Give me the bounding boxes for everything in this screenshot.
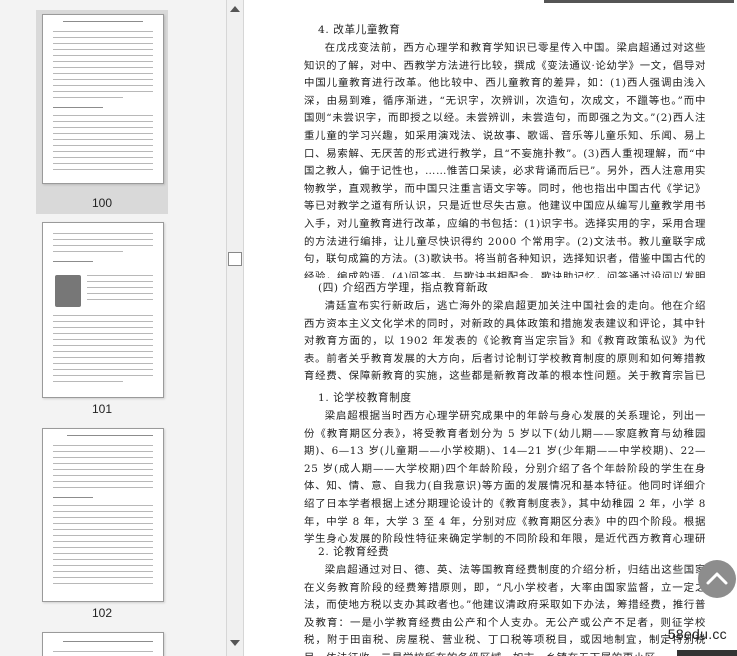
paragraph-education-funding: 梁启超通过对日、德、英、法等国教育经费制度的介绍分析，归结出这些国家在义务教育阶… xyxy=(304,564,706,656)
page-thumbnail-100[interactable]: 100 xyxy=(36,10,168,214)
chevron-up-icon xyxy=(706,572,728,585)
subsection-heading: 2. 论教育经费 xyxy=(318,546,390,558)
scroll-to-top-button[interactable] xyxy=(698,560,736,598)
page-number-label: 100 xyxy=(91,196,113,210)
page-number-label: 101 xyxy=(91,402,113,416)
page-thumbnail-103[interactable] xyxy=(36,628,168,656)
page-thumbnail-101[interactable]: 101 xyxy=(36,218,168,418)
sidebar-scrollbar[interactable] xyxy=(226,0,244,656)
thumbnail-page-image xyxy=(42,632,164,656)
page-number-label: 102 xyxy=(91,606,113,620)
scrollbar-thumb[interactable] xyxy=(228,252,242,266)
site-watermark: 58edu.cc xyxy=(667,626,727,642)
thumbnail-page-image xyxy=(42,14,164,184)
paragraph-school-system: 梁启超根据当时西方心理学研究成果中的年龄与身心发展的关系理论，列出一份《教育期区… xyxy=(304,410,706,546)
thumbnail-sidebar: 100 101 102 xyxy=(0,0,226,656)
page-header-strip xyxy=(544,0,734,3)
section-heading: 4. 改革儿童教育 xyxy=(318,24,401,36)
paragraph-children-education: 在戊戌变法前，西方心理学和教育学知识已零星传入中国。梁启超通过对这些知识的了解，… xyxy=(304,42,706,278)
page-footer-strip xyxy=(677,650,737,656)
scroll-up-arrow-icon[interactable] xyxy=(230,6,240,12)
document-page: 4. 改革儿童教育 在戊戌变法前，西方心理学和教育学知识已零星传入中国。梁启超通… xyxy=(244,0,737,656)
thumbnail-page-image xyxy=(42,222,164,398)
thumbnail-page-image xyxy=(42,428,164,602)
page-thumbnail-102[interactable]: 102 xyxy=(36,424,168,624)
section-heading: (四) 介绍西方学理，指点教育新政 xyxy=(318,282,489,294)
subsection-heading: 1. 论学校教育制度 xyxy=(318,392,412,404)
paragraph-new-policy: 清廷宣布实行新政后，逃亡海外的梁启超更加关注中国社会的走向。他在介绍西方资本主义… xyxy=(304,300,706,383)
portrait-image xyxy=(55,275,81,307)
scroll-down-arrow-icon[interactable] xyxy=(230,640,240,646)
